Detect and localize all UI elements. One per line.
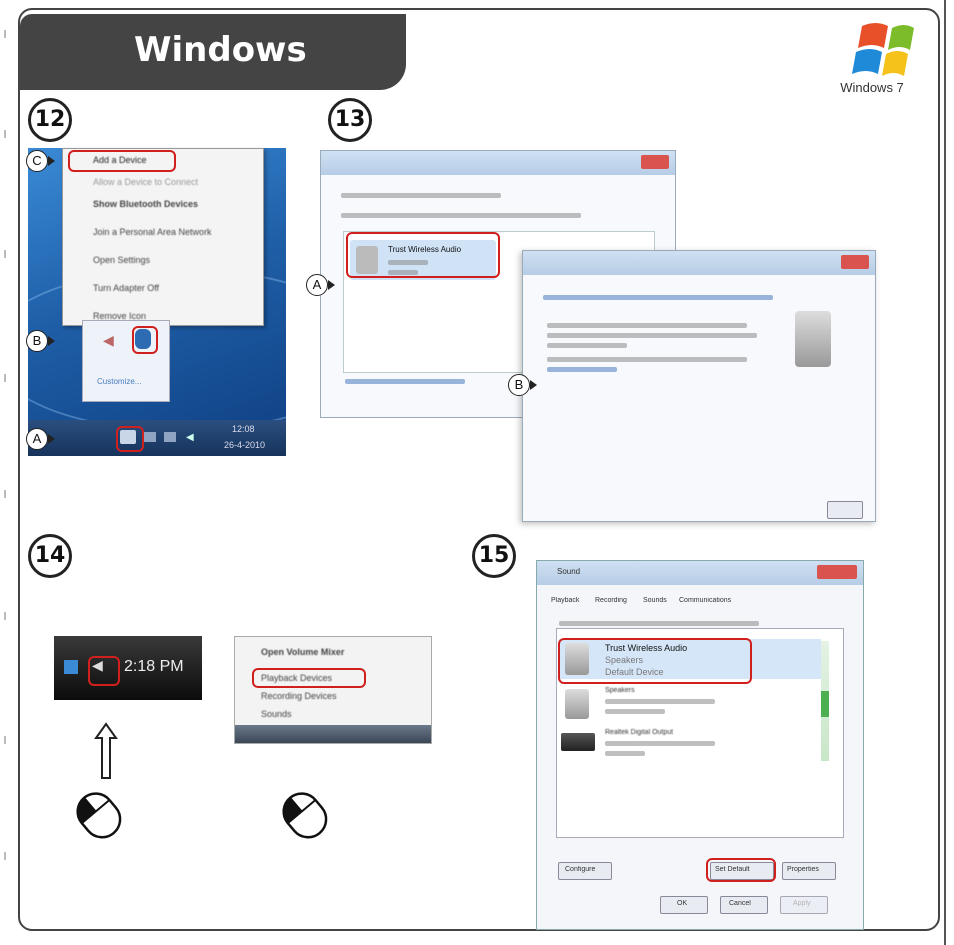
device-type-text [605,741,715,746]
body-text [547,357,747,362]
help-link[interactable] [345,379,465,384]
device-status-text [605,709,665,714]
margin-tick [4,30,6,38]
customize-link[interactable]: Customize... [97,377,141,386]
margin-tick [4,130,6,138]
highlight-bluetooth-icon [132,326,158,354]
devices-link[interactable] [547,367,617,372]
menu-item-sounds[interactable]: Sounds [261,709,292,719]
highlight-set-default [706,858,776,882]
volume-context-menu: Open Volume Mixer Playback Devices Recor… [234,636,432,744]
page-edge-line [944,0,946,945]
arrow-up-icon [94,722,118,779]
highlight-add-device [68,150,176,172]
network-icon [144,432,156,442]
tab-communications[interactable]: Communications [679,597,731,604]
device-name[interactable]: Realtek Digital Output [605,729,673,736]
callout-a: A [26,428,55,450]
device-status-text [605,751,645,756]
bluetooth-context-menu: Add a Device Allow a Device to Connect S… [62,148,264,326]
tab-playback[interactable]: Playback [551,597,579,604]
callout-b: B [508,374,537,396]
success-heading [543,295,773,300]
tab-sounds[interactable]: Sounds [643,597,667,604]
clock-date: 26-4-2010 [224,440,266,450]
window-titlebar [321,151,675,175]
volume-icon: ◀ [186,432,194,443]
window-titlebar: Sound [537,561,863,585]
body-text [547,323,747,328]
network-icon [164,432,176,442]
window-titlebar [523,251,875,275]
highlight-trust-device [558,638,752,684]
menu-item-open-settings[interactable]: Open Settings [93,255,150,265]
margin-tick [4,374,6,382]
highlight-volume-icon [88,656,120,686]
device-name[interactable]: Speakers [605,687,635,694]
right-click-mouse-icon [282,792,328,839]
body-text [547,343,627,348]
menu-item-show-devices[interactable]: Show Bluetooth Devices [93,199,198,209]
margin-tick [4,852,6,860]
cancel-button[interactable]: Cancel [720,896,768,914]
highlight-tray-arrow [116,426,144,452]
device-type-text [605,699,715,704]
menu-item-allow-device[interactable]: Allow a Device to Connect [93,177,198,187]
speaker-device-icon [795,311,831,367]
properties-label: Properties [787,866,819,873]
clock-time: 2:18 PM [124,658,184,675]
highlight-device-item [346,232,500,278]
volume-meter-active [821,691,829,717]
menu-item-join-pan[interactable]: Join a Personal Area Network [93,227,212,237]
step-13-badge: 13 [328,98,372,142]
callout-b: B [26,330,55,352]
body-text [547,333,757,338]
tab-recording[interactable]: Recording [595,597,627,604]
callout-a: A [306,274,335,296]
highlight-playback-devices [252,668,366,688]
taskbar-crop: ◀ 2:18 PM [54,636,202,700]
properties-button[interactable]: Properties [782,862,836,880]
step-15-badge: 15 [472,534,516,578]
ok-button[interactable]: OK [660,896,708,914]
menu-item-recording-devices[interactable]: Recording Devices [261,691,337,701]
apply-button[interactable]: Apply [780,896,828,914]
clock-time: 12:08 [232,424,255,434]
digital-output-icon [561,733,595,751]
margin-tick [4,250,6,258]
window-title: Sound [557,567,581,576]
apply-label: Apply [793,900,811,907]
instruction-text [559,621,759,626]
close-button[interactable] [817,565,857,579]
close-button[interactable] [641,155,669,169]
step-14-badge: 14 [28,534,72,578]
speaker-device-icon [565,689,589,719]
taskbar: ◀ 12:08 26-4-2010 [28,420,286,456]
page-title: Windows [134,30,307,70]
configure-label: Configure [565,866,596,873]
margin-tick [4,612,6,620]
heading-text [341,193,501,198]
windows-logo-label: Windows 7 [840,80,904,95]
speaker-icon: ◀ [103,333,114,349]
close-button[interactable] [841,255,869,269]
step-12-badge: 12 [28,98,72,142]
close-dialog-button[interactable] [827,501,863,519]
cancel-label: Cancel [729,900,751,907]
callout-c: C [26,150,55,172]
margin-tick [4,490,6,498]
ok-label: OK [677,900,688,907]
instruction-text [341,213,581,218]
menu-item-volume-mixer[interactable]: Open Volume Mixer [261,647,344,657]
taskbar-strip [235,725,431,743]
device-added-window [522,250,876,522]
menu-item-turn-off[interactable]: Turn Adapter Off [93,283,159,293]
margin-tick [4,736,6,744]
configure-button[interactable]: Configure [558,862,612,880]
network-icon [64,660,78,674]
right-click-mouse-icon [76,792,122,839]
